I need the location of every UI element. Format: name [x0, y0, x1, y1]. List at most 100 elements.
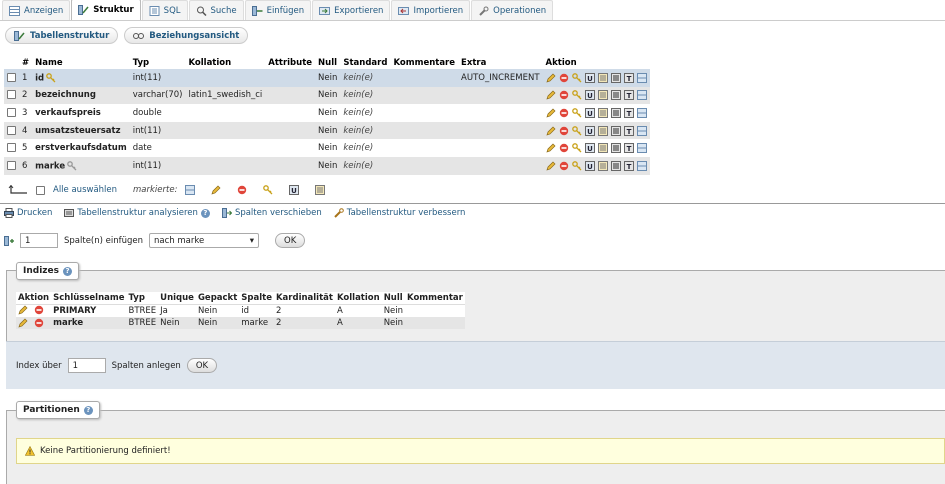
key-icon[interactable]: [571, 90, 582, 100]
pencil-icon[interactable]: [545, 161, 556, 171]
key-icon[interactable]: [571, 143, 582, 153]
spatial-icon[interactable]: [610, 160, 621, 171]
index-icon[interactable]: [597, 160, 608, 171]
column-position-select[interactable]: nach marke ▾: [149, 233, 260, 248]
key-icon[interactable]: [571, 108, 582, 118]
tab-exportieren[interactable]: Exportieren: [312, 0, 391, 20]
delete-icon[interactable]: [559, 126, 569, 136]
unique-icon[interactable]: U: [584, 143, 595, 154]
create-index-ok-button[interactable]: OK: [186, 358, 218, 373]
pencil-icon[interactable]: [545, 73, 556, 83]
tabellenstruktur-button[interactable]: Tabellenstruktur: [5, 27, 119, 44]
pencil-icon[interactable]: [545, 108, 556, 118]
pencil-icon[interactable]: [545, 90, 556, 100]
unique-icon[interactable]: U: [289, 185, 300, 195]
row-checkbox[interactable]: [7, 143, 16, 153]
index-icon[interactable]: [597, 107, 608, 118]
fulltext-icon[interactable]: T: [623, 90, 634, 101]
pencil-icon[interactable]: [545, 126, 556, 136]
unique-icon[interactable]: U: [584, 72, 595, 83]
delete-icon[interactable]: [237, 185, 247, 195]
unique-icon[interactable]: U: [584, 107, 595, 118]
tab-struktur[interactable]: Struktur: [71, 0, 141, 20]
analyze-icon: [64, 208, 75, 218]
move-columns-link[interactable]: Spalten verschieben: [221, 208, 322, 218]
help-icon[interactable]: ?: [83, 405, 93, 415]
delete-icon[interactable]: [559, 73, 569, 83]
spatial-icon[interactable]: [610, 125, 621, 136]
index-icon[interactable]: [315, 185, 326, 195]
fulltext-icon[interactable]: T: [623, 160, 634, 171]
row-checkbox[interactable]: [7, 90, 16, 100]
index-null: Nein: [381, 316, 406, 329]
distinct-icon[interactable]: [636, 143, 647, 154]
tab-sql[interactable]: SQL: [141, 0, 188, 20]
sql-icon: [149, 5, 160, 16]
browse-icon[interactable]: [185, 185, 196, 195]
column-count-input[interactable]: 1: [20, 233, 58, 248]
index-actions: [16, 316, 52, 329]
tab-einfuegen[interactable]: Einfügen: [244, 0, 312, 20]
fulltext-icon[interactable]: T: [623, 125, 634, 136]
distinct-icon[interactable]: [636, 90, 647, 101]
unique-icon[interactable]: U: [584, 160, 595, 171]
key-icon[interactable]: [571, 160, 582, 171]
pencil-icon[interactable]: [211, 185, 221, 195]
delete-icon[interactable]: [559, 108, 569, 118]
improve-structure-link[interactable]: Tabellenstruktur verbessern: [334, 208, 465, 218]
row-checkbox[interactable]: [7, 160, 16, 170]
fulltext-icon[interactable]: T: [623, 143, 634, 154]
distinct-icon[interactable]: [636, 72, 647, 83]
tab-anzeigen[interactable]: Anzeigen: [2, 0, 71, 20]
pencil-icon[interactable]: [18, 318, 28, 328]
tab-suche[interactable]: Suche: [188, 0, 244, 20]
tab-importieren[interactable]: Importieren: [391, 0, 471, 20]
delete-icon[interactable]: [559, 143, 569, 153]
fulltext-icon[interactable]: T: [623, 72, 634, 83]
spatial-icon[interactable]: [610, 72, 621, 83]
distinct-icon[interactable]: [636, 107, 647, 118]
key-icon[interactable]: [263, 185, 273, 195]
beziehungsansicht-button[interactable]: Beziehungsansicht: [124, 27, 249, 44]
distinct-icon[interactable]: [636, 160, 647, 171]
index-unique: Nein: [158, 316, 196, 329]
column-default: kein(e): [340, 121, 391, 140]
row-checkbox[interactable]: [7, 125, 16, 135]
unique-icon[interactable]: U: [584, 125, 595, 136]
help-icon[interactable]: ?: [200, 208, 210, 218]
pencil-icon[interactable]: [18, 305, 28, 315]
pencil-icon[interactable]: [545, 143, 556, 153]
index-column-count-input[interactable]: 1: [67, 358, 106, 373]
index-icon[interactable]: [597, 72, 608, 83]
index-header: Kommentar: [405, 292, 465, 305]
insert-ok-button[interactable]: OK: [275, 233, 306, 248]
spatial-icon[interactable]: [610, 107, 621, 118]
structure-table: # Name Typ Kollation Attribute Null Stan…: [4, 57, 650, 175]
spatial-icon[interactable]: [610, 143, 621, 154]
spatial-icon[interactable]: [610, 90, 621, 101]
index-column: marke: [239, 316, 274, 329]
key-icon[interactable]: [571, 72, 582, 83]
delete-icon[interactable]: [34, 305, 44, 315]
select-all-label[interactable]: Alle auswählen: [53, 185, 117, 195]
fulltext-icon[interactable]: T: [623, 107, 634, 118]
delete-icon[interactable]: [559, 161, 569, 171]
index-icon[interactable]: [597, 143, 608, 154]
index-icon[interactable]: [597, 90, 608, 101]
index-header: Schlüsselname: [51, 292, 127, 305]
unique-icon[interactable]: U: [584, 90, 595, 101]
distinct-icon[interactable]: [636, 125, 647, 136]
index-column: id: [239, 304, 274, 317]
help-icon[interactable]: ?: [62, 266, 72, 276]
delete-icon[interactable]: [559, 90, 569, 100]
print-link[interactable]: Drucken: [4, 208, 52, 218]
row-checkbox[interactable]: [7, 107, 16, 117]
delete-icon[interactable]: [34, 318, 44, 328]
tab-operationen[interactable]: Operationen: [471, 0, 554, 20]
analyze-link[interactable]: Tabellenstruktur analysieren ?: [64, 208, 210, 218]
column-comments: [390, 69, 459, 87]
row-checkbox[interactable]: [7, 72, 16, 82]
select-all-checkbox[interactable]: [36, 185, 45, 195]
index-icon[interactable]: [597, 125, 608, 136]
key-icon[interactable]: [571, 125, 582, 136]
